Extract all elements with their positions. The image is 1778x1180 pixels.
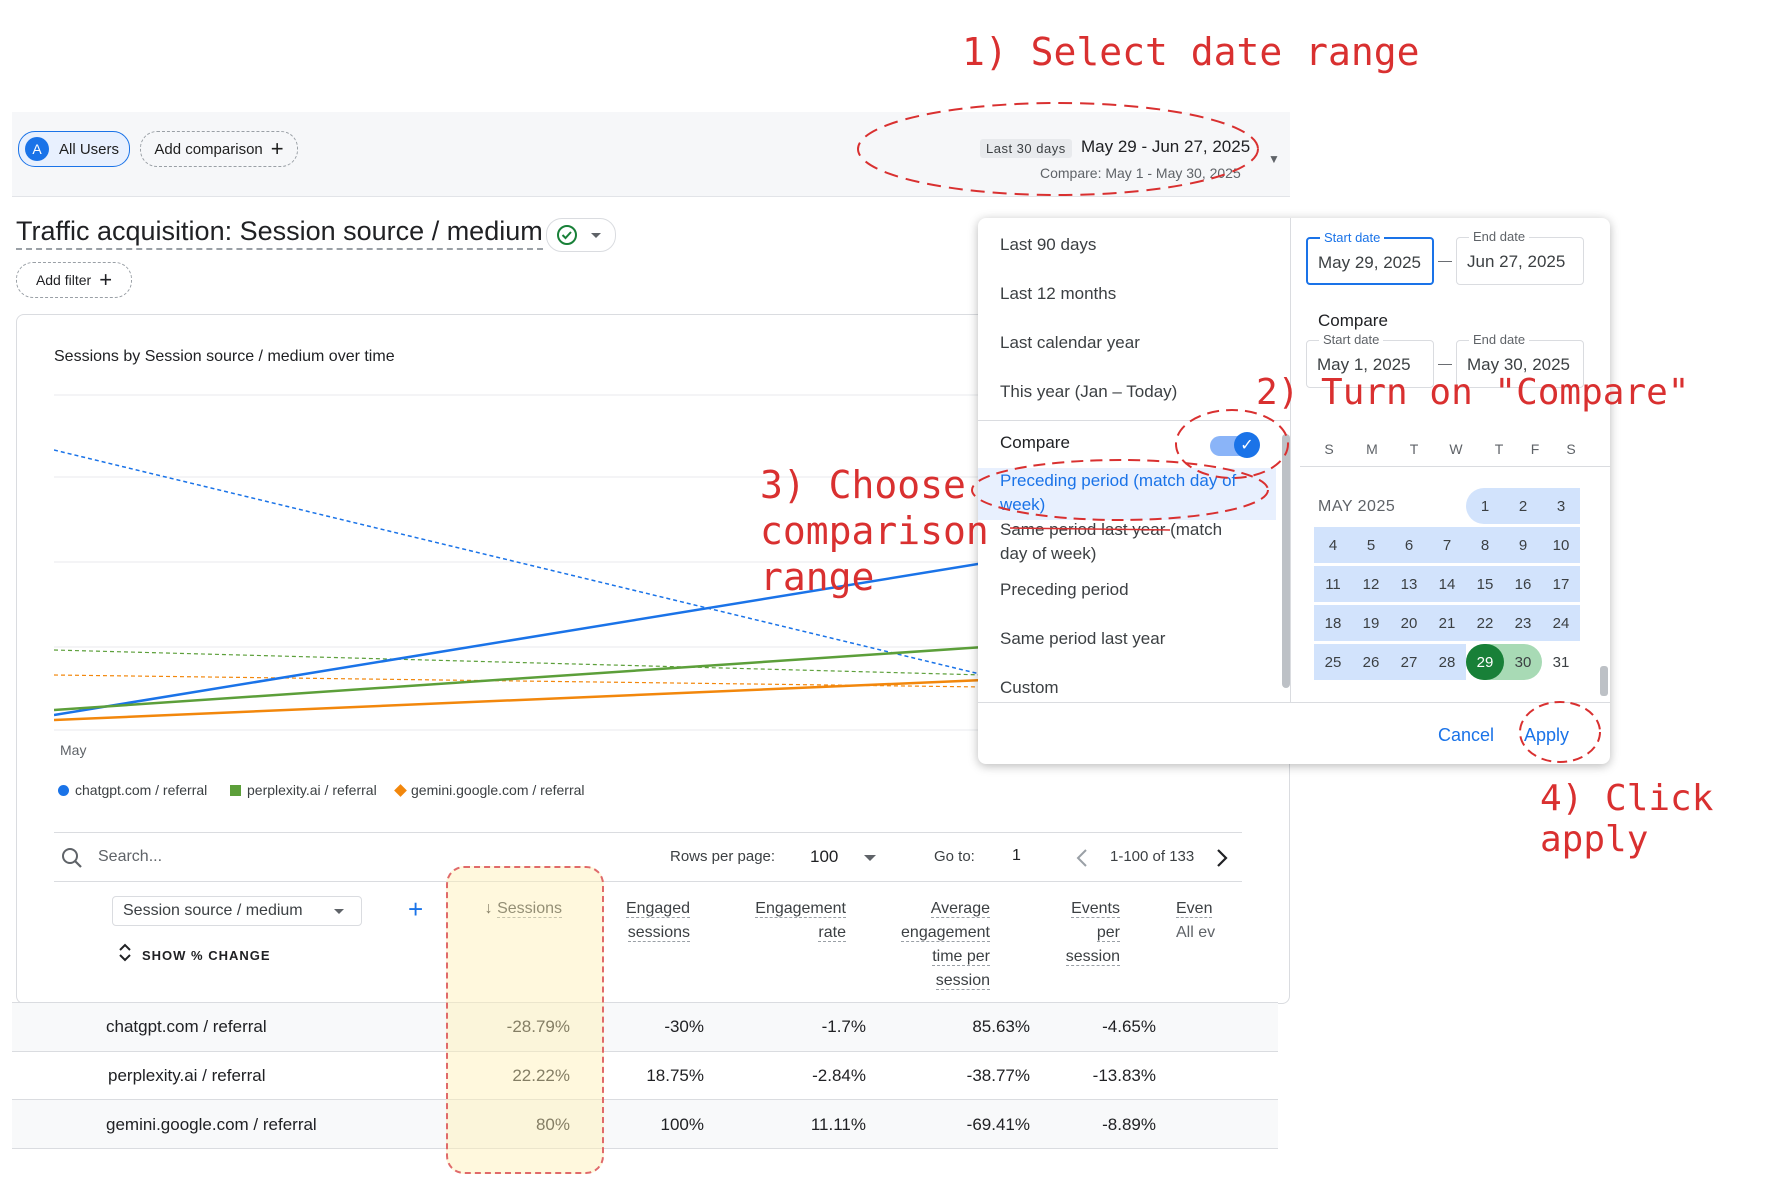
annotation-step-2: 2) Turn on "Compare"	[1256, 372, 1690, 413]
annotation-step-1: 1) Select date range	[962, 30, 1420, 74]
annotation-circle-date-range	[857, 102, 1259, 196]
annotation-step-3: 3) Choose comparison range	[760, 462, 989, 600]
annotation-circle-apply	[1519, 701, 1601, 763]
annotation-line: comparison	[760, 509, 989, 553]
annotation-line: 3) Choose	[760, 463, 966, 507]
annotation-strike	[1009, 527, 1171, 531]
annotation-step-4: 4) Click apply	[1540, 778, 1714, 860]
annotation-circle-compare-option	[971, 459, 1269, 521]
annotation-line: range	[760, 555, 875, 599]
annotation-circle-compare-toggle	[1175, 409, 1289, 479]
